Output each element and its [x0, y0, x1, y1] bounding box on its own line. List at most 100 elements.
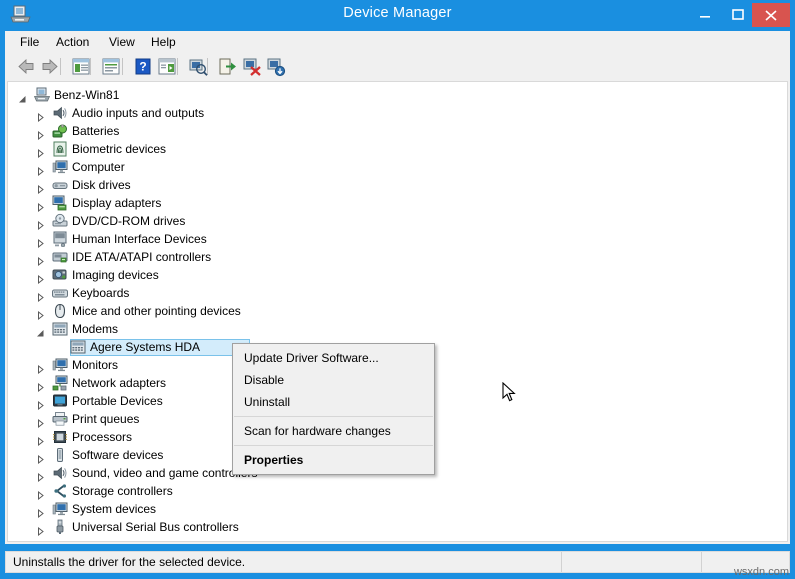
tree-item-label: Imaging devices	[72, 268, 159, 282]
chevron-right-icon[interactable]	[36, 361, 45, 375]
chevron-right-icon[interactable]	[36, 379, 45, 393]
keyboard-icon	[52, 285, 68, 301]
uninstall-device-icon[interactable]	[241, 56, 263, 77]
tree-item-label: Print queues	[72, 412, 140, 426]
chevron-right-icon[interactable]	[36, 109, 45, 123]
show-hide-action-pane-icon[interactable]	[156, 56, 178, 77]
chevron-right-icon[interactable]	[36, 235, 45, 249]
close-button[interactable]	[752, 3, 790, 27]
tree-item-batteries[interactable]: Batteries	[8, 122, 787, 141]
context-menu-item-scan-for-hardware-changes[interactable]: Scan for hardware changes	[233, 420, 434, 442]
tree-item-label: Computer	[72, 160, 125, 174]
window-title: Device Manager	[343, 5, 452, 21]
speaker-icon	[52, 465, 68, 481]
tree-item-label: Benz-Win81	[54, 88, 120, 102]
disable-device-icon[interactable]	[265, 56, 287, 77]
tree-item-universal-serial-bus-controllers[interactable]: Universal Serial Bus controllers	[8, 518, 787, 537]
modem-icon	[70, 339, 86, 355]
show-hide-console-tree-icon[interactable]	[70, 56, 92, 77]
tree-item-mice-and-other-pointing-devices[interactable]: Mice and other pointing devices	[8, 302, 787, 321]
tree-item-imaging-devices[interactable]: Imaging devices	[8, 266, 787, 285]
tree-item-label: Disk drives	[72, 178, 131, 192]
context-menu-item-uninstall[interactable]: Uninstall	[233, 391, 434, 413]
chevron-right-icon[interactable]	[36, 505, 45, 519]
properties-icon[interactable]	[100, 56, 122, 77]
update-driver-software-icon[interactable]	[217, 56, 239, 77]
chevron-right-icon[interactable]	[36, 289, 45, 303]
menu-view[interactable]: View	[102, 34, 142, 51]
chevron-down-icon[interactable]	[18, 91, 27, 103]
tree-item-label: Storage controllers	[72, 484, 173, 498]
monitor-icon	[52, 357, 68, 373]
scan-for-hardware-changes-icon[interactable]	[187, 56, 209, 77]
chevron-right-icon[interactable]	[36, 127, 45, 141]
menu-help[interactable]: Help	[144, 34, 183, 51]
context-menu[interactable]: Update Driver Software... Disable Uninstal…	[232, 343, 435, 475]
tree-item-computer[interactable]: Computer	[8, 158, 787, 177]
chevron-right-icon[interactable]	[36, 199, 45, 213]
menu-file[interactable]: File	[13, 34, 46, 51]
processor-icon	[52, 429, 68, 445]
monitor-icon	[52, 159, 68, 175]
chevron-right-icon[interactable]	[36, 307, 45, 321]
chevron-right-icon[interactable]	[36, 433, 45, 447]
context-menu-item-disable[interactable]: Disable	[233, 369, 434, 391]
tree-item-label: Universal Serial Bus controllers	[72, 520, 239, 534]
tree-item-label: Biometric devices	[72, 142, 167, 156]
portable-device-icon	[52, 393, 68, 409]
chevron-right-icon[interactable]	[36, 271, 45, 285]
tree-item-human-interface-devices[interactable]: Human Interface Devices	[8, 230, 787, 249]
chevron-right-icon[interactable]	[36, 397, 45, 411]
status-divider	[701, 552, 702, 572]
chevron-right-icon[interactable]	[36, 163, 45, 177]
camera-icon	[52, 267, 68, 283]
chevron-right-icon[interactable]	[36, 523, 45, 537]
forward-icon[interactable]	[39, 56, 61, 77]
chevron-right-icon[interactable]	[36, 145, 45, 159]
computer-icon	[33, 87, 51, 103]
status-divider	[561, 552, 562, 572]
chevron-right-icon[interactable]	[36, 487, 45, 501]
status-text: Uninstalls the driver for the selected d…	[13, 555, 246, 569]
chevron-right-icon[interactable]	[36, 181, 45, 195]
display-adapter-icon	[52, 195, 68, 211]
tree-item-label: DVD/CD-ROM drives	[72, 214, 186, 228]
chevron-right-icon[interactable]	[36, 253, 45, 267]
chevron-down-icon[interactable]	[36, 325, 45, 337]
tree-item-storage-controllers[interactable]: Storage controllers	[8, 482, 787, 501]
tree-item-biometric-devices[interactable]: Biometric devices	[8, 140, 787, 159]
chevron-right-icon[interactable]	[36, 469, 45, 483]
tree-item-system-devices[interactable]: System devices	[8, 500, 787, 519]
tree-item-label: Keyboards	[72, 286, 130, 300]
battery-icon	[52, 123, 68, 139]
context-menu-item-properties[interactable]: Properties	[233, 449, 434, 471]
chevron-right-icon[interactable]	[36, 217, 45, 231]
tree-item-label: System devices	[72, 502, 157, 516]
mouse-cursor	[502, 381, 516, 403]
speaker-icon	[52, 105, 68, 121]
menu-action[interactable]: Action	[49, 34, 96, 51]
back-icon[interactable]	[15, 56, 37, 77]
tree-item-modems[interactable]: Modems	[8, 320, 787, 338]
context-menu-separator	[234, 416, 433, 417]
help-icon[interactable]: ?	[132, 56, 154, 77]
tree-item-keyboards[interactable]: Keyboards	[8, 284, 787, 303]
context-menu-item-update-driver-software[interactable]: Update Driver Software...	[233, 347, 434, 369]
mouse-icon	[52, 303, 68, 319]
context-menu-separator	[234, 445, 433, 446]
chevron-right-icon[interactable]	[36, 451, 45, 465]
tree-item-ide-ata-atapi-controllers[interactable]: IDE ATA/ATAPI controllers	[8, 248, 787, 267]
tree-item-root[interactable]: Benz-Win81	[8, 86, 787, 104]
tree-item-label: Audio inputs and outputs	[72, 106, 205, 120]
minimize-button[interactable]	[690, 3, 720, 27]
device-manager-window: Device Manager File Action View Help ? B…	[0, 0, 795, 579]
tree-item-display-adapters[interactable]: Display adapters	[8, 194, 787, 213]
title-bar: Device Manager	[0, 0, 795, 31]
tree-item-label: Network adapters	[72, 376, 167, 390]
maximize-button[interactable]	[723, 3, 753, 27]
tree-item-label: Mice and other pointing devices	[72, 304, 241, 318]
tree-item-dvd-cd-rom-drives[interactable]: DVD/CD-ROM drives	[8, 212, 787, 231]
tree-item-audio-inputs-and-outputs[interactable]: Audio inputs and outputs	[8, 104, 787, 123]
chevron-right-icon[interactable]	[36, 415, 45, 429]
tree-item-disk-drives[interactable]: Disk drives	[8, 176, 787, 195]
